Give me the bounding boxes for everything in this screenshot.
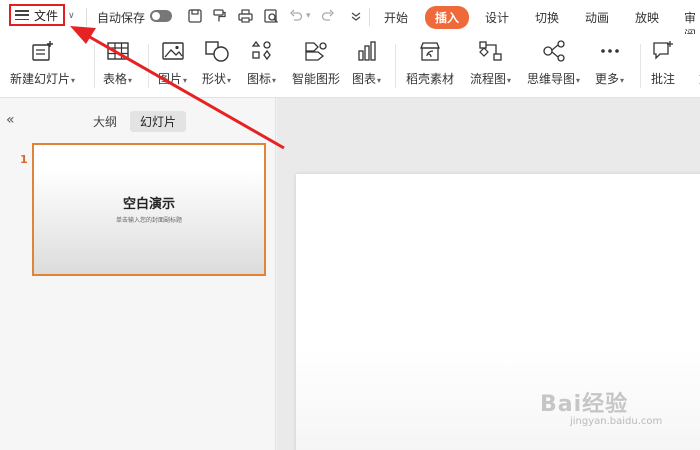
comment-icon — [650, 38, 676, 64]
icons-button[interactable]: 图标▾ — [247, 38, 276, 87]
divider — [148, 44, 149, 88]
shape-label: 形状▾ — [202, 72, 232, 86]
divider — [640, 44, 641, 88]
divider — [395, 44, 396, 88]
flowchart-label: 流程图▾ — [470, 72, 512, 86]
new-slide-button[interactable]: 新建幻灯片▾ — [10, 38, 75, 87]
watermark-brand: Bai经验 — [540, 392, 629, 417]
new-slide-icon — [30, 38, 56, 64]
smart-graphic-icon — [303, 38, 329, 64]
slide-number: 1 — [20, 153, 28, 166]
picture-icon — [160, 38, 186, 64]
tab-design[interactable]: 设计 — [485, 9, 509, 26]
file-menu-button[interactable]: 文件 — [9, 4, 65, 26]
more-button[interactable]: 更多▾ — [595, 38, 624, 87]
picture-label: 图片▾ — [158, 72, 188, 86]
hamburger-icon — [15, 10, 29, 20]
autosave-label: 自动保存 — [97, 11, 146, 25]
comment-button[interactable]: 批注 — [650, 38, 676, 87]
mindmap-button[interactable]: 思维导图▾ — [527, 38, 580, 87]
file-menu-label: 文件 — [34, 8, 59, 23]
title-bar: 文件 ∨ 自动保存 ▾ 开始 插入 设计 切换 动画 放映 审阅 — [0, 0, 700, 42]
divider — [94, 44, 95, 88]
undo-icon[interactable] — [288, 8, 304, 24]
icons-icon — [249, 38, 275, 64]
save-icon[interactable] — [187, 8, 203, 24]
tab-slideshow[interactable]: 放映 — [635, 9, 659, 26]
picture-button[interactable]: 图片▾ — [158, 38, 187, 87]
watermark: Bai经验 jingyan.baidu.com — [540, 386, 662, 427]
slide-thumbnail[interactable]: 空白演示 单击输入您的封面副标题 — [32, 143, 266, 276]
customize-quick-access-icon[interactable] — [348, 8, 364, 24]
slide-thumbnail-subtitle: 单击输入您的封面副标题 — [115, 217, 182, 224]
tab-slides[interactable]: 幻灯片 — [130, 111, 187, 132]
table-button[interactable]: 表格▾ — [103, 38, 132, 87]
more-icon — [597, 38, 623, 64]
format-painter-icon[interactable] — [211, 8, 227, 24]
shape-icon — [204, 38, 230, 64]
undo-dropdown-icon[interactable]: ▾ — [306, 11, 311, 21]
chart-icon — [354, 38, 380, 64]
smart-graphic-label: 智能图形 — [292, 72, 341, 86]
tab-home[interactable]: 开始 — [384, 9, 408, 26]
mindmap-label: 思维导图▾ — [527, 72, 581, 86]
textbox-button[interactable]: 文 — [692, 38, 700, 87]
tab-insert[interactable]: 插入 — [425, 6, 470, 29]
slide-thumbnail-title: 空白演示 — [122, 197, 175, 212]
divider — [86, 8, 87, 26]
comment-label: 批注 — [650, 72, 675, 86]
shape-button[interactable]: 形状▾ — [202, 38, 231, 87]
flowchart-button[interactable]: 流程图▾ — [470, 38, 511, 87]
icons-label: 图标▾ — [247, 72, 277, 86]
autosave-toggle[interactable] — [150, 10, 172, 22]
redo-icon[interactable] — [320, 8, 336, 24]
more-label: 更多▾ — [595, 72, 625, 86]
mindmap-icon — [541, 38, 567, 64]
docer-material-icon — [417, 38, 443, 64]
flowchart-icon — [478, 38, 504, 64]
textbox-icon — [692, 38, 700, 64]
table-label: 表格▾ — [103, 72, 133, 86]
print-preview-icon[interactable] — [263, 8, 279, 24]
docer-material-button[interactable]: 稻壳素材 — [406, 38, 454, 87]
divider — [369, 8, 370, 26]
smart-graphic-button[interactable]: 智能图形 — [292, 38, 340, 87]
tab-transitions[interactable]: 切换 — [535, 9, 559, 26]
docer-material-label: 稻壳素材 — [406, 72, 455, 86]
slide-panel: « 大纲 幻灯片 1 空白演示 单击输入您的封面副标题 — [0, 98, 276, 450]
tab-outline[interactable]: 大纲 — [83, 111, 127, 132]
ribbon-toolbar: 新建幻灯片▾ 表格▾ 图片▾ 形状▾ 图标▾ 智能图形 图表▾ 稻壳素材 流程图… — [0, 34, 700, 98]
chart-label: 图表▾ — [352, 72, 382, 86]
print-icon[interactable] — [237, 8, 253, 24]
collapse-panel-icon[interactable]: « — [6, 112, 15, 128]
chart-button[interactable]: 图表▾ — [352, 38, 381, 87]
new-slide-label: 新建幻灯片▾ — [10, 72, 76, 86]
table-icon — [105, 38, 131, 64]
tab-animation[interactable]: 动画 — [585, 9, 609, 26]
chevron-down-icon[interactable]: ∨ — [68, 11, 75, 21]
